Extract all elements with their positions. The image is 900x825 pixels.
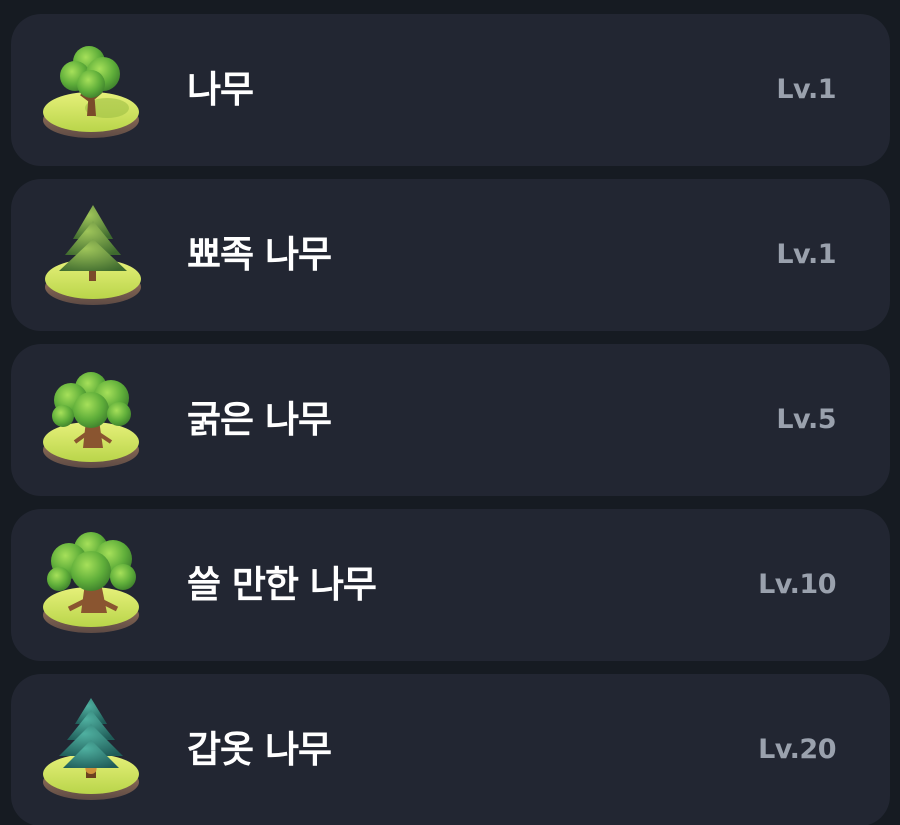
tree-level: Lv.10 (758, 569, 836, 600)
tree-name: 쓸 만한 나무 (187, 563, 377, 606)
armor-tree-icon (41, 694, 151, 806)
pine-tree-icon (41, 199, 151, 311)
tree-card-1[interactable]: 나무 Lv.1 (11, 14, 890, 166)
tree-name: 나무 (187, 68, 254, 111)
tree-name: 갑옷 나무 (187, 728, 332, 771)
broadleaf-tree-icon (41, 34, 151, 146)
tree-level: Lv.1 (776, 74, 836, 105)
tree-name: 뾰족 나무 (187, 233, 332, 276)
thick-tree-icon (41, 364, 151, 476)
tree-card-3[interactable]: 굵은 나무 Lv.5 (11, 344, 890, 496)
tree-level: Lv.5 (776, 404, 836, 435)
tree-card-4[interactable]: 쓸 만한 나무 Lv.10 (11, 509, 890, 661)
tree-level: Lv.20 (758, 734, 836, 765)
useful-tree-icon (41, 529, 151, 641)
tree-name: 굵은 나무 (187, 398, 332, 441)
tree-list: 나무 Lv.1 뾰족 나무 Lv.1 굵은 나무 Lv.5 쓸 만한 나무 Lv… (0, 0, 900, 825)
tree-card-5[interactable]: 갑옷 나무 Lv.20 (11, 674, 890, 825)
tree-card-2[interactable]: 뾰족 나무 Lv.1 (11, 179, 890, 331)
tree-level: Lv.1 (776, 239, 836, 270)
